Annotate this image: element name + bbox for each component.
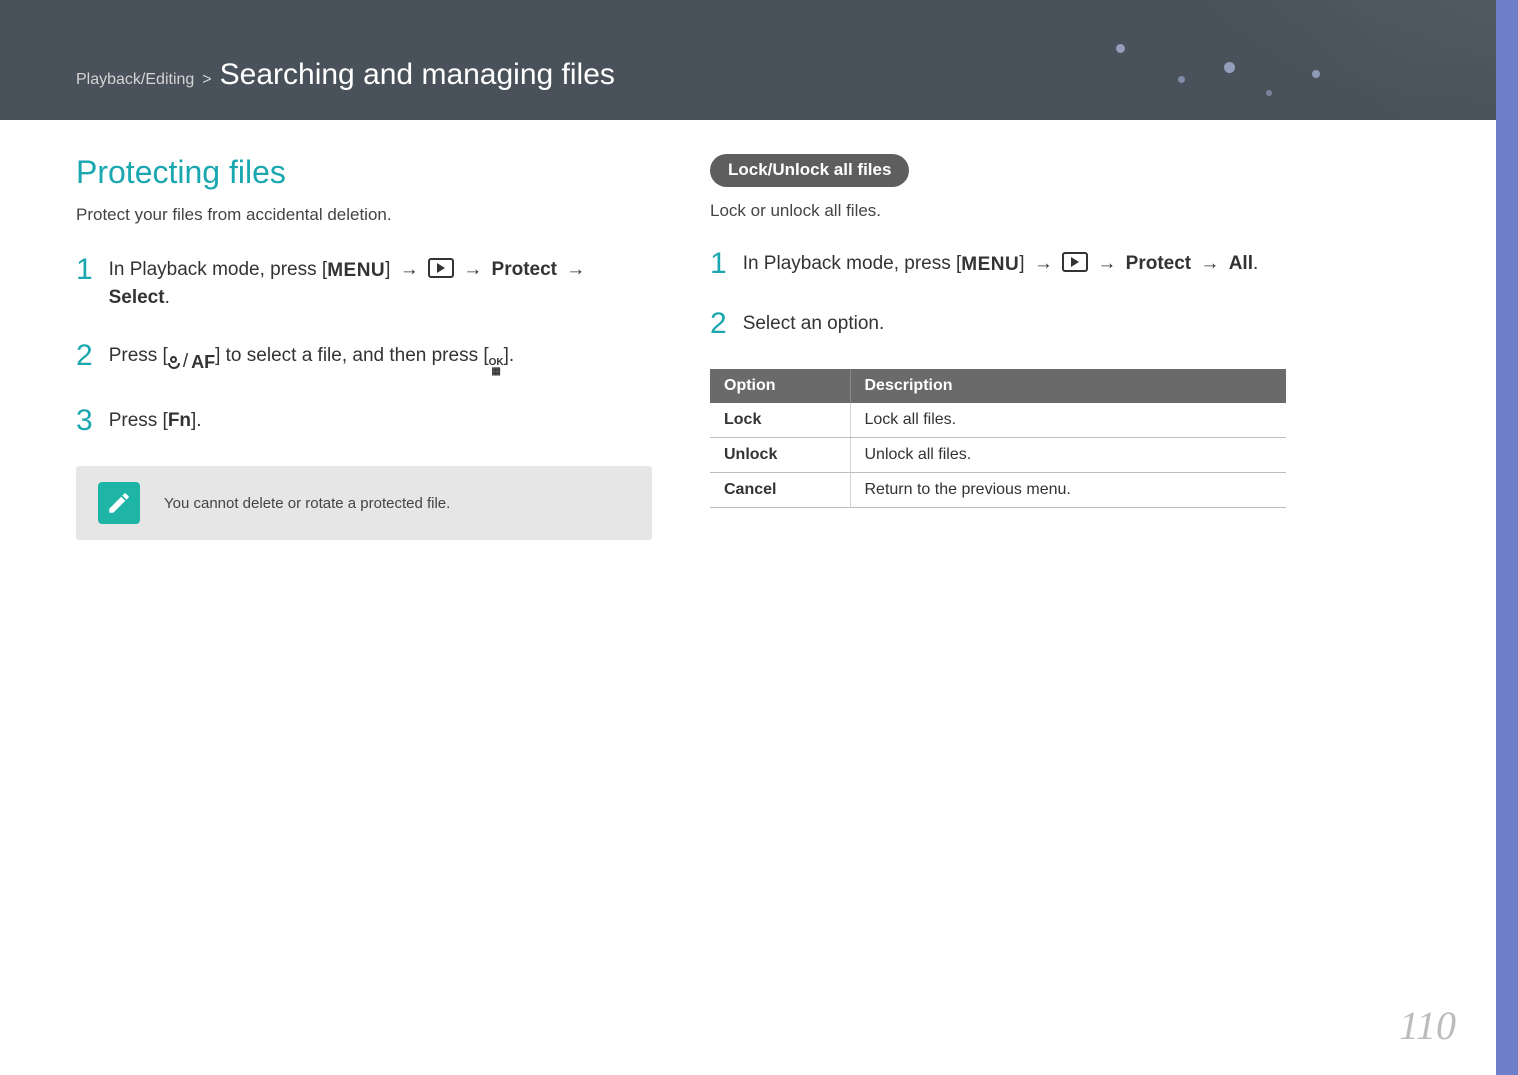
step-number: 2 <box>76 341 93 371</box>
protect-step-2: 2 Press [ / AF ] to select a file, and t… <box>76 341 652 376</box>
option-cancel: Cancel <box>710 473 850 508</box>
options-table: Option Description Lock Lock all files. … <box>710 369 1286 508</box>
protecting-files-lead: Protect your files from accidental delet… <box>76 205 652 225</box>
breadcrumb-category: Playback/Editing <box>76 71 194 89</box>
chapter-side-tab <box>1496 0 1518 1075</box>
header-dots-decoration <box>1116 40 1456 120</box>
menu-button-icon: MENU <box>327 258 385 285</box>
arrow-icon: → <box>562 257 589 284</box>
step-text: ] <box>1019 253 1030 274</box>
menu-item-protect: Protect <box>492 259 557 280</box>
table-header-description: Description <box>850 369 1286 403</box>
step-text: . <box>165 287 170 308</box>
table-row: Cancel Return to the previous menu. <box>710 473 1286 508</box>
note-pencil-icon <box>98 482 140 524</box>
step-text: ]. <box>191 410 202 431</box>
self-timer-icon <box>168 356 180 369</box>
step-text: In Playback mode, press [ <box>109 259 328 280</box>
menu-item-select: Select <box>109 287 165 308</box>
menu-item-protect: Protect <box>1126 253 1191 274</box>
table-row: Lock Lock all files. <box>710 403 1286 438</box>
playback-icon <box>1062 252 1088 272</box>
lock-unlock-lead: Lock or unlock all files. <box>710 201 1286 221</box>
step-text: Press [ <box>109 410 168 431</box>
lock-steps-list: 1 In Playback mode, press [MENU] → → Pro… <box>710 249 1286 339</box>
playback-icon <box>428 258 454 278</box>
protect-step-1: 1 In Playback mode, press [MENU] → → Pro… <box>76 255 652 311</box>
option-lock-description: Lock all files. <box>850 403 1286 438</box>
arrow-icon: → <box>1093 251 1120 278</box>
left-column: Protecting files Protect your files from… <box>76 154 652 540</box>
step-text: . <box>1253 253 1258 274</box>
menu-item-all: All <box>1229 253 1253 274</box>
note-text: You cannot delete or rotate a protected … <box>164 495 450 512</box>
arrow-icon: → <box>1030 251 1057 278</box>
self-timer-af-icon: / AF <box>168 349 215 376</box>
step-number: 1 <box>710 249 727 279</box>
option-cancel-description: Return to the previous menu. <box>850 473 1286 508</box>
option-lock: Lock <box>710 403 850 438</box>
step-number: 1 <box>76 255 93 285</box>
step-text: In Playback mode, press [ <box>743 253 962 274</box>
protect-steps-list: 1 In Playback mode, press [MENU] → → Pro… <box>76 255 652 436</box>
lock-step-1: 1 In Playback mode, press [MENU] → → Pro… <box>710 249 1286 279</box>
table-header-option: Option <box>710 369 850 403</box>
slash: / <box>183 349 188 376</box>
note-box: You cannot delete or rotate a protected … <box>76 466 652 540</box>
subsection-pill-lock-unlock: Lock/Unlock all files <box>710 154 909 187</box>
step-text: Press [ <box>109 345 168 366</box>
step-number: 2 <box>710 309 727 339</box>
fn-button-icon: Fn <box>168 410 191 431</box>
step-text: ] to select a file, and then press [ <box>215 345 489 366</box>
breadcrumb-separator: > <box>202 71 211 89</box>
protect-step-3: 3 Press [Fn]. <box>76 406 652 436</box>
option-unlock-description: Unlock all files. <box>850 438 1286 473</box>
right-column: Lock/Unlock all files Lock or unlock all… <box>710 154 1286 540</box>
section-heading-protecting-files: Protecting files <box>76 154 652 191</box>
arrow-icon: → <box>396 257 423 284</box>
step-text: ] <box>385 259 396 280</box>
table-row: Unlock Unlock all files. <box>710 438 1286 473</box>
menu-button-icon: MENU <box>961 252 1019 279</box>
page-header: Playback/Editing > Searching and managin… <box>0 0 1496 120</box>
page-number: 110 <box>1399 1002 1456 1049</box>
arrow-icon: → <box>459 257 486 284</box>
step-number: 3 <box>76 406 93 436</box>
af-icon: AF <box>191 350 215 375</box>
breadcrumb: Playback/Editing > Searching and managin… <box>76 58 615 92</box>
page-title: Searching and managing files <box>220 58 615 92</box>
option-unlock: Unlock <box>710 438 850 473</box>
table-header-row: Option Description <box>710 369 1286 403</box>
step-text: Select an option. <box>743 309 885 338</box>
lock-step-2: 2 Select an option. <box>710 309 1286 339</box>
ok-button-icon: OK▦ <box>489 358 504 376</box>
arrow-icon: → <box>1196 251 1223 278</box>
step-text: ]. <box>504 345 515 366</box>
